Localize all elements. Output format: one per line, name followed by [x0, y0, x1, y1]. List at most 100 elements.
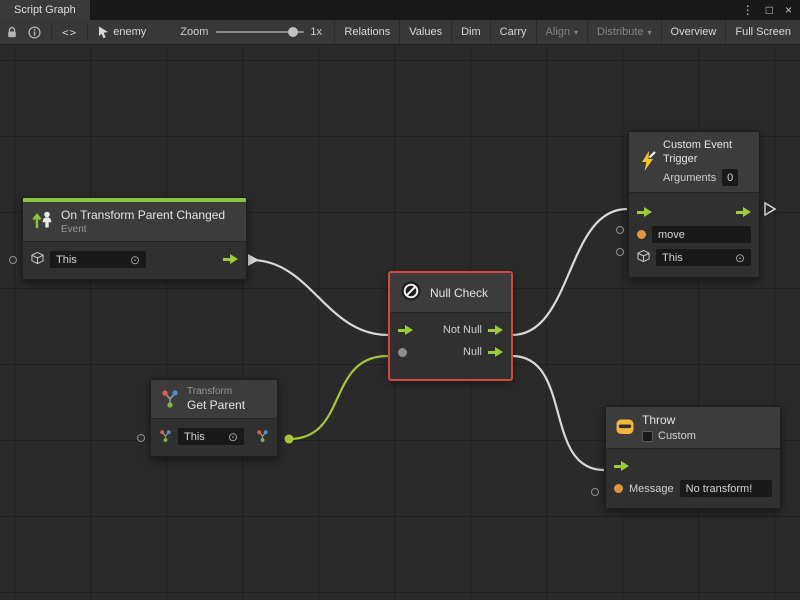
flow-row: [606, 455, 780, 477]
value-input-port[interactable]: [616, 226, 624, 234]
node-trigger-custom-event[interactable]: Custom Event Trigger Arguments 0: [628, 131, 760, 278]
node-category: Transform: [187, 386, 245, 398]
node-header[interactable]: Throw Custom: [606, 407, 780, 449]
node-header[interactable]: Transform Get Parent: [151, 380, 277, 419]
flow-input-port[interactable]: [398, 325, 413, 336]
wire-getparent-to-nullcheck[interactable]: [289, 356, 388, 439]
distribute-button[interactable]: Distribute ▾: [587, 20, 660, 44]
zoom-label: Zoom: [180, 26, 208, 38]
wire-event-to-nullcheck[interactable]: [251, 260, 388, 335]
toolbar-buttons: Relations Values Dim Carry Align ▾ Distr…: [334, 20, 800, 44]
node-title: Null Check: [430, 286, 488, 300]
object-picker-icon[interactable]: ⊙: [228, 431, 238, 443]
string-input-port-dot[interactable]: [637, 230, 646, 239]
relations-button[interactable]: Relations: [334, 20, 399, 44]
node-subtitle: Trigger: [663, 152, 738, 166]
node-throw[interactable]: Throw Custom Message No transform!: [605, 406, 781, 509]
flow-output-port[interactable]: [736, 207, 751, 218]
node-header[interactable]: Null Check: [390, 273, 511, 313]
window-controls: ⋮ □ ×: [742, 0, 800, 20]
value-input-port[interactable]: [616, 248, 624, 256]
wire-null-to-throw[interactable]: [512, 356, 604, 470]
lock-icon[interactable]: [6, 26, 18, 39]
graph-name-label: enemy: [113, 26, 146, 38]
arguments-count-field[interactable]: 0: [722, 169, 738, 186]
node-title: Throw: [642, 413, 696, 427]
not-null-label: Not Null: [443, 324, 482, 336]
gameobject-cube-icon: [637, 249, 650, 266]
message-field[interactable]: No transform!: [680, 480, 772, 497]
value-input-port-dot[interactable]: [398, 348, 407, 357]
object-picker-icon[interactable]: ⊙: [735, 252, 745, 264]
message-label: Message: [629, 483, 674, 495]
custom-event-bolt-icon: [638, 150, 656, 175]
this-dropdown[interactable]: This ⊙: [178, 428, 244, 445]
wire-green-start-dot: [285, 435, 294, 444]
gameobject-cube-icon: [31, 251, 44, 268]
zoom-slider[interactable]: [216, 26, 304, 38]
flow-input-port[interactable]: [614, 461, 629, 472]
value-input-port[interactable]: [591, 488, 599, 496]
align-button[interactable]: Align ▾: [536, 20, 587, 44]
transform-parent-event-icon: [32, 210, 54, 233]
wire-notnull-to-customevent[interactable]: [512, 209, 627, 335]
dim-button[interactable]: Dim: [451, 20, 490, 44]
this-dropdown[interactable]: This ⊙: [50, 251, 146, 268]
graph-canvas[interactable]: On Transform Parent Changed Event This ⊙: [0, 46, 800, 600]
object-picker-icon[interactable]: ⊙: [130, 254, 140, 266]
string-input-port-dot[interactable]: [614, 484, 623, 493]
not-null-output-port[interactable]: [488, 325, 503, 336]
zoom-value: 1x: [310, 26, 322, 38]
zoom-slider-handle[interactable]: [288, 27, 298, 37]
value-input-port[interactable]: [137, 434, 145, 442]
node-title: On Transform Parent Changed: [61, 208, 225, 222]
node-on-transform-parent-changed[interactable]: On Transform Parent Changed Event This ⊙: [22, 197, 247, 280]
arguments-label: Arguments: [663, 172, 716, 184]
value-input-port[interactable]: [9, 256, 17, 264]
this-row: This ⊙: [23, 248, 246, 271]
maximize-icon[interactable]: □: [766, 4, 773, 16]
flow-input-port[interactable]: [637, 207, 652, 218]
flow-output-port[interactable]: [223, 254, 238, 265]
this-row: This ⊙: [151, 425, 277, 448]
null-row: Null: [390, 341, 511, 363]
edit-graph-code-icon[interactable]: <>: [62, 26, 77, 39]
graph-toolbar: <> enemy Zoom 1x Relations Values Dim Ca…: [0, 20, 800, 45]
tab-label: Script Graph: [14, 4, 76, 16]
carry-button[interactable]: Carry: [490, 20, 536, 44]
values-button[interactable]: Values: [399, 20, 451, 44]
node-title: Get Parent: [187, 398, 245, 412]
custom-checkbox[interactable]: [642, 431, 653, 442]
transform-icon: [160, 388, 180, 411]
message-row: Message No transform!: [606, 477, 780, 500]
chevron-down-icon: ▾: [574, 29, 578, 37]
separator: [51, 24, 52, 40]
close-icon[interactable]: ×: [785, 4, 792, 16]
transform-mini-icon: [159, 429, 172, 445]
info-icon[interactable]: [28, 26, 41, 39]
chevron-down-icon: ▾: [648, 29, 652, 37]
separator: [87, 24, 88, 40]
tab-script-graph[interactable]: Script Graph: [0, 0, 90, 20]
menu-kebab-icon[interactable]: ⋮: [742, 4, 754, 16]
node-header[interactable]: Custom Event Trigger Arguments 0: [629, 132, 759, 193]
this-row: This ⊙: [629, 246, 759, 269]
node-title: Custom Event: [663, 138, 738, 152]
script-graph-window: Script Graph ⋮ □ × <>: [0, 0, 800, 45]
event-name-field[interactable]: move: [652, 226, 751, 243]
null-output-port[interactable]: [488, 347, 503, 358]
null-check-icon: [399, 279, 423, 306]
flow-continuation-arrow: [765, 203, 775, 215]
full-screen-button[interactable]: Full Screen: [725, 20, 800, 44]
node-get-parent[interactable]: Transform Get Parent This ⊙: [150, 379, 278, 457]
node-subtitle: Event: [61, 224, 225, 235]
titlebar: Script Graph ⋮ □ ×: [0, 0, 800, 20]
custom-label: Custom: [658, 430, 696, 442]
this-dropdown[interactable]: This ⊙: [656, 249, 751, 266]
not-null-row: Not Null: [390, 319, 511, 341]
event-name-row: move: [629, 223, 759, 246]
overview-button[interactable]: Overview: [661, 20, 726, 44]
transform-output-port-icon[interactable]: [256, 429, 269, 445]
node-header[interactable]: On Transform Parent Changed Event: [23, 202, 246, 242]
node-null-check[interactable]: Null Check Not Null Null: [389, 272, 512, 380]
